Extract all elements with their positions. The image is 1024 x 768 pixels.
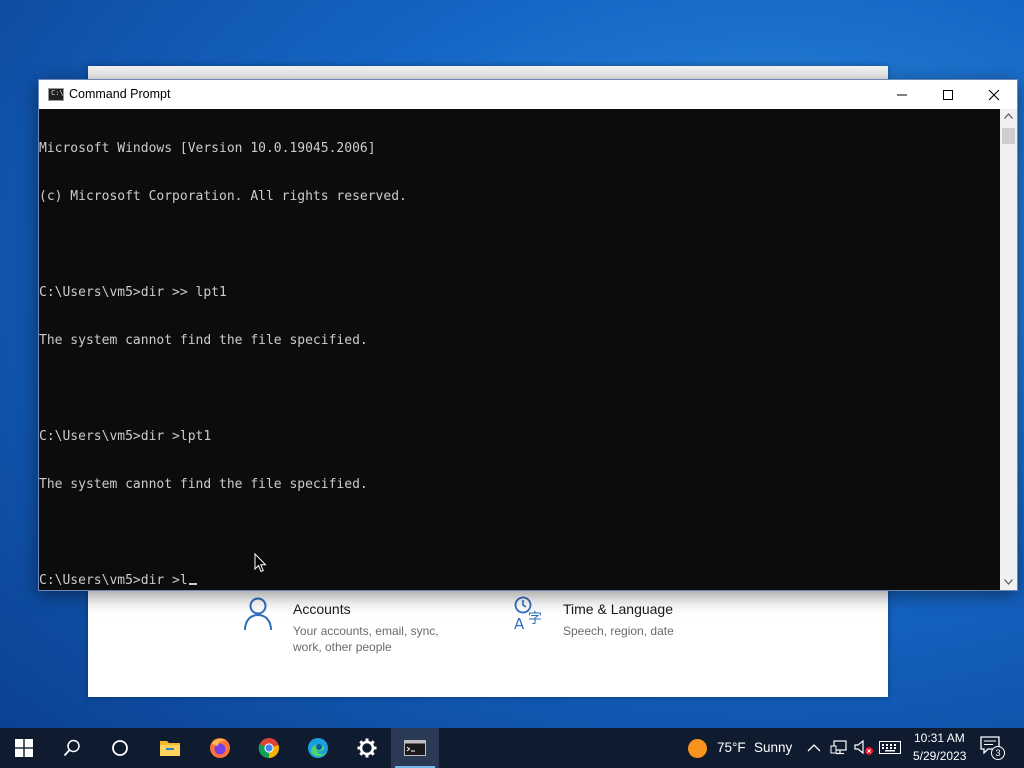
taskbar-chrome[interactable] bbox=[245, 728, 293, 768]
scroll-thumb[interactable] bbox=[1002, 128, 1015, 144]
search-icon bbox=[63, 739, 80, 757]
settings-tile-time-language[interactable]: A 字 Time & Language Speech, region, date bbox=[513, 596, 753, 666]
console-input-line[interactable]: C:\Users\vm5>dir >l bbox=[39, 573, 999, 589]
time-language-icon: A 字 bbox=[513, 596, 545, 633]
taskbar: 75°F Sunny 10:31 AM 5/29/2023 3 bbox=[0, 728, 1024, 768]
command-prompt-window[interactable]: C:\ Command Prompt Microsoft Windows [Ve… bbox=[38, 79, 1018, 591]
tile-title: Time & Language bbox=[563, 601, 673, 617]
taskbar-settings[interactable] bbox=[343, 728, 391, 768]
taskbar-file-explorer[interactable] bbox=[146, 728, 194, 768]
console-line: The system cannot find the file specifie… bbox=[39, 477, 368, 492]
taskbar-command-prompt[interactable] bbox=[391, 728, 439, 768]
console-line: Microsoft Windows [Version 10.0.19045.20… bbox=[39, 141, 376, 156]
svg-text:A: A bbox=[514, 615, 525, 632]
settings-titlebar[interactable] bbox=[88, 66, 888, 80]
tile-description: Your accounts, email, sync, work, other … bbox=[293, 624, 439, 654]
scroll-down-icon[interactable] bbox=[1004, 579, 1013, 585]
folder-icon bbox=[160, 741, 180, 756]
notification-center-button[interactable]: 3 bbox=[980, 736, 1006, 760]
clock-time[interactable]: 10:31 AM bbox=[914, 731, 965, 745]
cmd-titlebar[interactable]: C:\ Command Prompt bbox=[39, 80, 1017, 109]
network-icon[interactable] bbox=[830, 740, 848, 756]
console-line: (c) Microsoft Corporation. All rights re… bbox=[39, 189, 407, 204]
firefox-icon bbox=[210, 738, 230, 758]
svg-text:字: 字 bbox=[528, 611, 542, 627]
console-line: The system cannot find the file specifie… bbox=[39, 333, 368, 348]
chevron-up-icon[interactable] bbox=[807, 743, 821, 752]
edge-icon bbox=[308, 738, 328, 758]
window-title: Command Prompt bbox=[69, 87, 171, 101]
close-icon bbox=[988, 89, 1000, 100]
mouse-pointer-icon bbox=[254, 553, 267, 573]
weather-condition[interactable]: Sunny bbox=[754, 740, 792, 755]
settings-tile-accounts[interactable]: Accounts Your accounts, email, sync, wor… bbox=[243, 596, 483, 666]
tile-title: Accounts bbox=[293, 601, 351, 617]
console-output[interactable]: Microsoft Windows [Version 10.0.19045.20… bbox=[39, 109, 999, 590]
volume-muted-icon[interactable] bbox=[854, 739, 874, 757]
taskbar-firefox[interactable] bbox=[196, 728, 244, 768]
person-icon bbox=[243, 596, 275, 632]
text-cursor bbox=[188, 583, 197, 585]
windows-logo-icon bbox=[15, 739, 33, 757]
taskbar-edge[interactable] bbox=[294, 728, 342, 768]
weather-temperature[interactable]: 75°F bbox=[717, 740, 746, 755]
gear-icon bbox=[357, 738, 377, 758]
tile-description: Speech, region, date bbox=[563, 624, 674, 638]
sun-icon[interactable] bbox=[687, 738, 708, 759]
minimize-button[interactable] bbox=[879, 80, 925, 109]
cmd-app-icon[interactable]: C:\ bbox=[48, 88, 64, 101]
chrome-icon bbox=[258, 738, 279, 759]
maximize-icon bbox=[943, 89, 953, 100]
vertical-scrollbar[interactable] bbox=[1000, 109, 1017, 590]
maximize-button[interactable] bbox=[925, 80, 971, 109]
console-line: C:\Users\vm5>dir >> lpt1 bbox=[39, 285, 227, 300]
search-button[interactable] bbox=[48, 728, 96, 768]
cortana-button[interactable] bbox=[96, 728, 144, 768]
command-prompt-icon bbox=[404, 740, 426, 756]
minimize-icon bbox=[897, 94, 907, 95]
cortana-icon bbox=[112, 740, 128, 756]
console-line: C:\Users\vm5>dir >lpt1 bbox=[39, 429, 212, 444]
console-input-text: C:\Users\vm5>dir >l bbox=[39, 573, 188, 588]
close-button[interactable] bbox=[971, 80, 1017, 109]
notification-count-badge: 3 bbox=[991, 746, 1005, 760]
start-button[interactable] bbox=[0, 728, 48, 768]
scroll-up-icon[interactable] bbox=[1004, 113, 1013, 119]
keyboard-icon[interactable] bbox=[879, 741, 901, 754]
clock-date[interactable]: 5/29/2023 bbox=[913, 749, 966, 763]
